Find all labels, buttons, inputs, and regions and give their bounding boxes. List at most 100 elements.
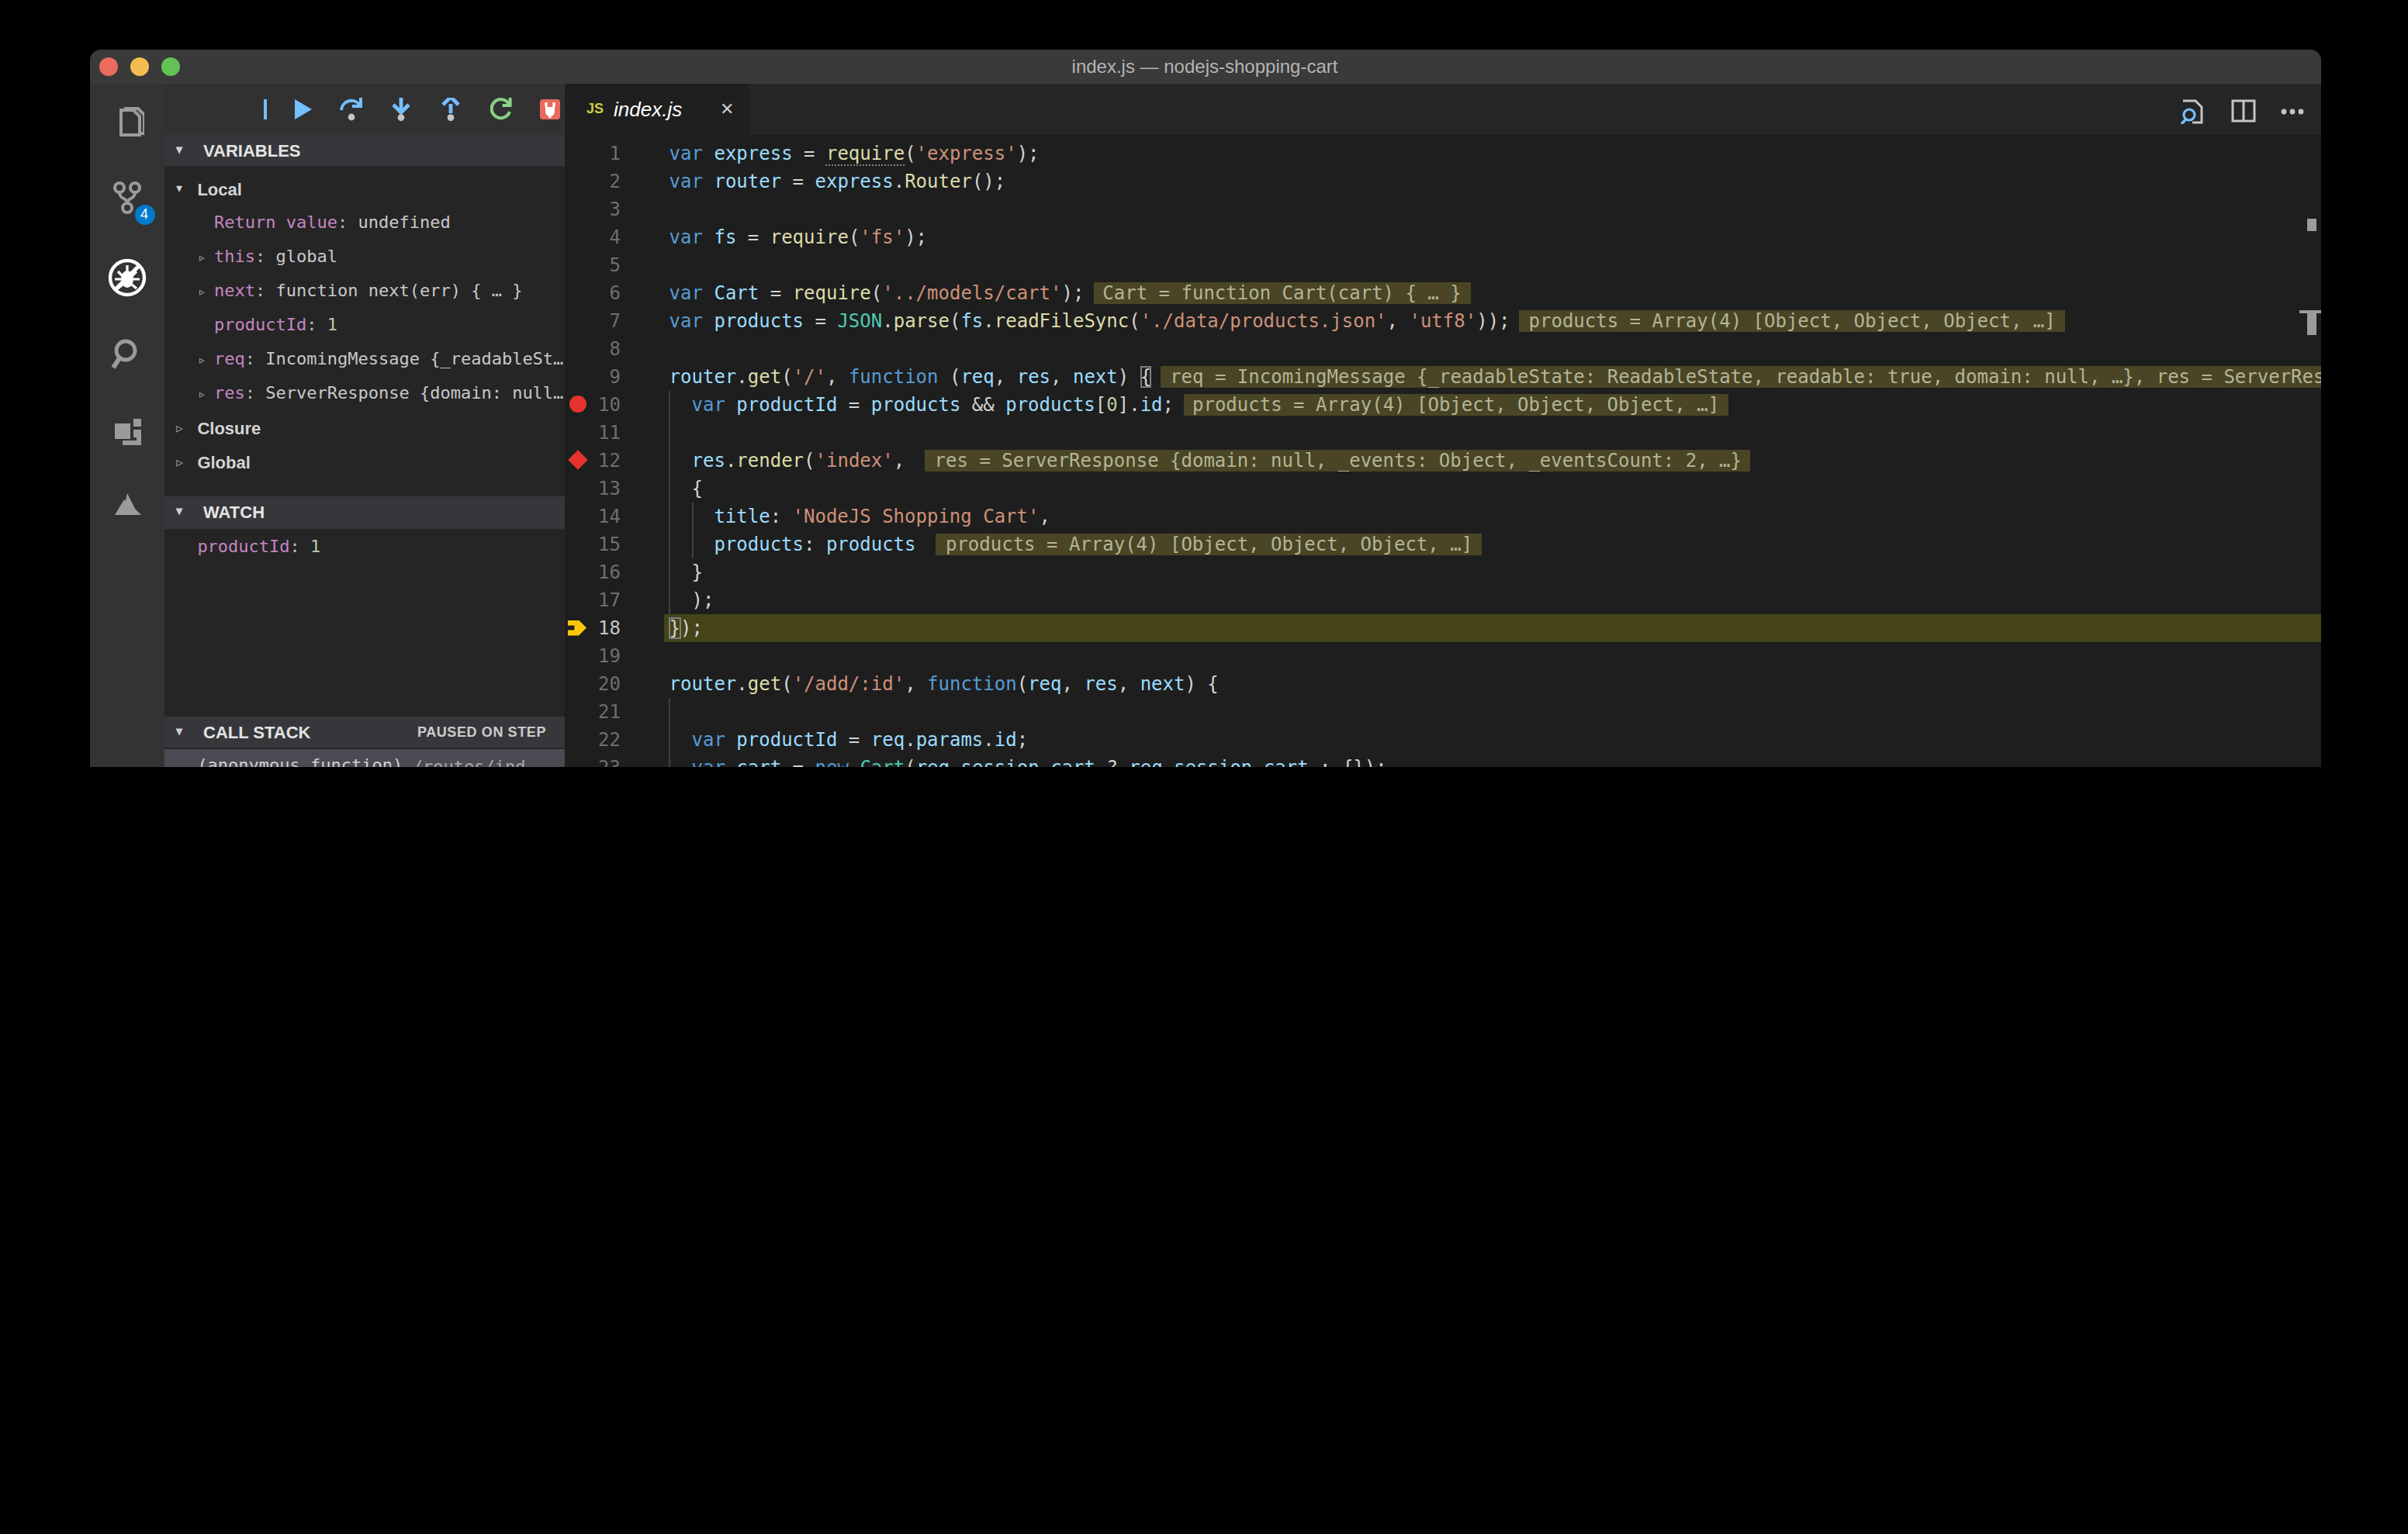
open-search-editor-icon[interactable] bbox=[2180, 98, 2206, 123]
window-title: index.js — nodejs-shopping-cart bbox=[89, 49, 2320, 83]
overview-marker-box bbox=[2306, 219, 2316, 231]
debug-inline-value: products = Array(4) [Object, Object, Obj… bbox=[1520, 309, 2065, 331]
frame-file: .../routes/ind.. bbox=[382, 757, 546, 767]
variable-item[interactable]: ▹next: function next(err) { … } bbox=[164, 275, 565, 309]
watch-text: productId: 1 bbox=[197, 531, 320, 565]
variable-text: res: ServerResponse {domain: null… bbox=[214, 377, 563, 411]
debug-sidebar: ▾VARIABLES▾LocalReturn value: undefined▹… bbox=[164, 83, 565, 767]
twisty-icon: ▾ bbox=[176, 172, 182, 206]
watch-item[interactable]: productId: 1 bbox=[164, 531, 565, 565]
code-line: router.get('/add/:id', function(req, res… bbox=[669, 669, 1219, 697]
debug-toolbar bbox=[164, 83, 565, 134]
line-number: 13 bbox=[565, 474, 621, 502]
variables-section-header[interactable]: ▾ VARIABLES bbox=[164, 134, 565, 166]
disconnect-button[interactable] bbox=[540, 98, 560, 119]
explorer-icon[interactable] bbox=[109, 105, 144, 139]
twisty-icon: ▹ bbox=[176, 411, 183, 445]
code-line: var express = require('express'); bbox=[669, 139, 1040, 167]
search-icon[interactable] bbox=[109, 336, 144, 370]
expand-icon: ▹ bbox=[198, 377, 206, 411]
call-stack-section-header-label: CALL STACK bbox=[203, 716, 311, 748]
line-number: 2 bbox=[565, 167, 621, 195]
variable-name: this bbox=[214, 247, 255, 267]
call-stack-frame[interactable]: (anonymous function).../routes/ind.. bbox=[164, 749, 565, 767]
code-line: var fs = require('fs'); bbox=[669, 223, 927, 250]
call-stack-section-header[interactable]: ▾CALL STACKPAUSED ON STEP bbox=[164, 716, 565, 748]
continue-play-button[interactable] bbox=[292, 98, 313, 119]
scm-badge: 4 bbox=[134, 204, 154, 224]
continue-button[interactable] bbox=[263, 98, 285, 119]
editor-tab-bar: JSindex.js✕ bbox=[565, 83, 2320, 135]
code-line: var router = express.Router(); bbox=[669, 167, 1006, 195]
variable-name: productId bbox=[214, 315, 306, 335]
variable-value: function next(err) { … } bbox=[276, 281, 523, 301]
debug-inline-value: products = Array(4) [Object, Object, Obj… bbox=[1183, 393, 1728, 415]
variable-name: next bbox=[214, 281, 255, 301]
code-line: { bbox=[669, 474, 703, 502]
variables-scope-local[interactable]: ▾Local bbox=[164, 172, 565, 206]
step-into-button[interactable] bbox=[390, 97, 410, 120]
screenshot-root: index.js — nodejs-shopping-cart 41 ▾VARI… bbox=[0, 0, 2408, 767]
current-line-highlight bbox=[664, 613, 2320, 641]
step-out-button[interactable] bbox=[441, 97, 461, 120]
watch-section-header[interactable]: ▾WATCH bbox=[164, 496, 565, 528]
tab-label: index.js bbox=[614, 83, 682, 135]
code-editor[interactable]: 1var express = require('express');2var r… bbox=[565, 135, 2320, 767]
debug-icon[interactable] bbox=[106, 257, 147, 297]
split-editor-icon[interactable] bbox=[2230, 98, 2255, 123]
line-number: 20 bbox=[565, 669, 621, 697]
line-number: 18 bbox=[565, 613, 621, 641]
line-number: 22 bbox=[565, 725, 621, 753]
variable-value: 1 bbox=[327, 315, 337, 335]
line-number: 23 bbox=[565, 753, 621, 767]
restart-button[interactable] bbox=[490, 97, 511, 120]
tab-close-icon[interactable]: ✕ bbox=[720, 83, 734, 135]
expand-icon: ▹ bbox=[198, 240, 206, 275]
azure-icon[interactable] bbox=[109, 486, 144, 520]
expand-icon: ▹ bbox=[198, 343, 206, 377]
line-number: 17 bbox=[565, 586, 621, 613]
code-line: var productId = products && products[0].… bbox=[669, 390, 1729, 418]
variable-item[interactable]: ▹this: global bbox=[164, 240, 565, 275]
variable-item[interactable]: Return value: undefined bbox=[164, 206, 565, 240]
variable-item[interactable]: ▹res: ServerResponse {domain: null… bbox=[164, 377, 565, 411]
vscode-window: index.js — nodejs-shopping-cart 41 ▾VARI… bbox=[89, 49, 2320, 767]
line-number: 11 bbox=[565, 418, 621, 446]
code-line: var cart = new Cart(req.session.cart ? r… bbox=[669, 753, 1387, 767]
step-over-button[interactable] bbox=[339, 97, 362, 120]
call-stack-list: (anonymous function).../routes/ind..hand… bbox=[164, 748, 565, 767]
variable-item[interactable]: ▹req: IncomingMessage {_readableSt… bbox=[164, 343, 565, 377]
code-line: } bbox=[669, 558, 703, 586]
variables-section-header-label: VARIABLES bbox=[203, 134, 301, 166]
code-line: var productId = req.params.id; bbox=[669, 725, 1029, 753]
variable-value: IncomingMessage {_readableSt… bbox=[265, 349, 563, 369]
title-bar[interactable]: index.js — nodejs-shopping-cart bbox=[89, 49, 2320, 83]
debug-inline-value: res = ServerResponse {domain: null, _eve… bbox=[925, 449, 1751, 471]
editor-tab-indexjs[interactable]: JSindex.js✕ bbox=[565, 83, 749, 135]
code-line: }); bbox=[669, 613, 703, 641]
variables-scope-closure[interactable]: ▹Closure bbox=[164, 411, 565, 445]
code-line: products: products products = Array(4) [… bbox=[669, 530, 1483, 558]
twisty-icon: ▾ bbox=[176, 134, 182, 166]
twisty-icon: ▹ bbox=[176, 445, 183, 479]
code-line: var Cart = require('../models/cart');Car… bbox=[669, 278, 1471, 306]
variable-name: Return value bbox=[214, 212, 337, 233]
debug-inline-value: Cart = function Cart(cart) { … } bbox=[1093, 282, 1470, 303]
line-number: 19 bbox=[565, 641, 621, 669]
line-number: 21 bbox=[565, 697, 621, 725]
frame-location: .../routes/ind.. bbox=[382, 749, 546, 767]
line-number: 8 bbox=[565, 334, 621, 362]
watch-section-header-label: WATCH bbox=[203, 496, 265, 528]
line-number: 4 bbox=[565, 223, 621, 250]
editor-more-actions-icon[interactable] bbox=[2281, 108, 2304, 114]
variables-scope-global[interactable]: ▹Global bbox=[164, 445, 565, 479]
code-line: title: 'NodeJS Shopping Cart', bbox=[669, 502, 1050, 530]
line-number: 7 bbox=[565, 306, 621, 334]
activity-bar: 41 bbox=[89, 83, 164, 767]
extensions-icon[interactable] bbox=[109, 413, 144, 447]
variable-value: undefined bbox=[358, 212, 450, 233]
variable-text: req: IncomingMessage {_readableSt… bbox=[214, 343, 563, 377]
code-line: ); bbox=[669, 586, 714, 613]
variable-item[interactable]: productId: 1 bbox=[164, 309, 565, 343]
variable-value: global bbox=[276, 247, 338, 267]
